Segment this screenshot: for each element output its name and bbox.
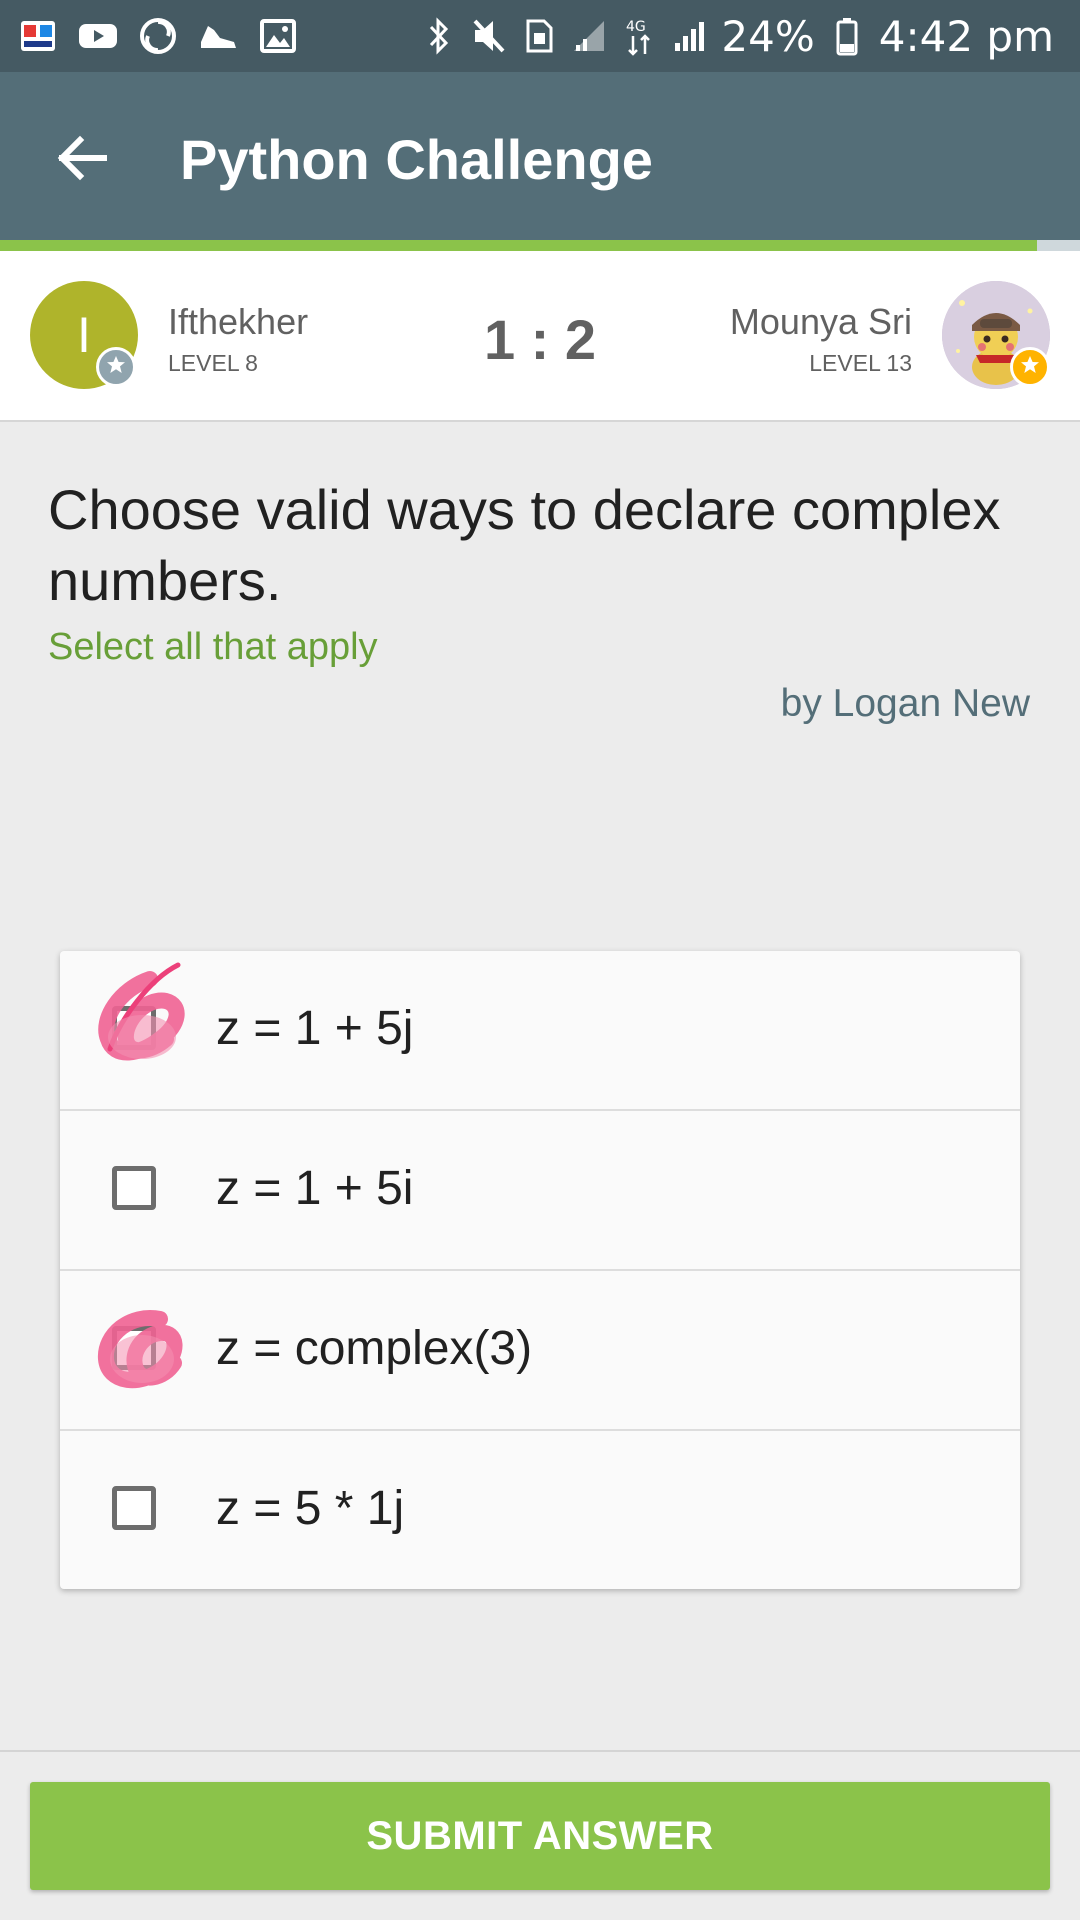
answer-text: z = 1 + 5i <box>216 1162 414 1215</box>
question-hint: Select all that apply <box>48 626 378 668</box>
question-author: by Logan New <box>780 682 1030 725</box>
signal-icon <box>571 16 607 56</box>
player-left-initial: I <box>77 307 91 363</box>
checked-scribble-mark <box>97 1310 183 1389</box>
answer-checkbox[interactable] <box>112 1486 156 1530</box>
answer-text: z = complex(3) <box>216 1322 533 1375</box>
status-right-icons: 4G 24% 4:42 pm <box>421 10 1054 62</box>
player-left-name: Ifthekher <box>168 301 309 342</box>
answer-option[interactable]: z = 1 + 5j <box>60 951 1020 1111</box>
data-arrows-icon: 4G <box>621 16 657 56</box>
gallery-icon <box>258 16 298 56</box>
answer-text: z = 1 + 5j <box>216 1002 414 1055</box>
progress-fill <box>0 240 1037 251</box>
player-left-level: LEVEL 8 <box>168 350 258 376</box>
back-button[interactable] <box>40 118 124 202</box>
youtube-icon <box>78 16 118 56</box>
app-bar: Python Challenge <box>0 72 1080 240</box>
status-bar: 4G 24% 4:42 pm <box>0 0 1080 72</box>
player-right-badge <box>1010 347 1050 387</box>
sim-icon <box>521 16 557 56</box>
match-score: 1 : 2 <box>483 308 597 371</box>
swirl-app-icon <box>138 16 178 56</box>
answer-text: z = 5 * 1j <box>216 1482 405 1535</box>
answer-checkbox[interactable] <box>112 1166 156 1210</box>
clock: 4:42 pm <box>878 11 1054 61</box>
question-text: Choose valid ways to declare complex num… <box>48 478 1001 612</box>
answer-option[interactable]: z = 1 + 5i <box>60 1111 1020 1271</box>
page-title: Python Challenge <box>180 128 653 191</box>
challenge-progress-bar <box>0 240 1080 251</box>
answer-list: z = 1 + 5j z = 1 + 5i z = complex(3) z =… <box>60 951 1020 1589</box>
shoe-icon <box>198 16 238 56</box>
player-right-name: Mounya Sri <box>729 301 912 342</box>
bottom-divider <box>0 1750 1080 1752</box>
star-icon <box>106 355 126 380</box>
checked-scribble-mark <box>98 962 185 1061</box>
player-left-badge <box>96 347 136 387</box>
bangla-app-icon <box>18 16 58 56</box>
submit-answer-button[interactable]: SUBMIT ANSWER <box>30 1782 1050 1890</box>
mute-icon <box>471 16 507 56</box>
star-icon <box>1020 355 1040 380</box>
bluetooth-icon <box>421 16 457 56</box>
battery-percent: 24% <box>721 11 815 61</box>
svg-text:4G: 4G <box>626 19 646 35</box>
battery-icon <box>829 16 865 56</box>
answer-option[interactable]: z = complex(3) <box>60 1271 1020 1431</box>
answer-option[interactable]: z = 5 * 1j <box>60 1431 1020 1589</box>
player-right-level: LEVEL 13 <box>809 350 912 376</box>
players-header: I Ifthekher LEVEL 8 1 : 2 Mounya Sri LEV… <box>0 251 1080 422</box>
signal-icon <box>671 16 707 56</box>
status-left-icons <box>18 14 298 58</box>
arrow-left-icon <box>54 130 110 191</box>
